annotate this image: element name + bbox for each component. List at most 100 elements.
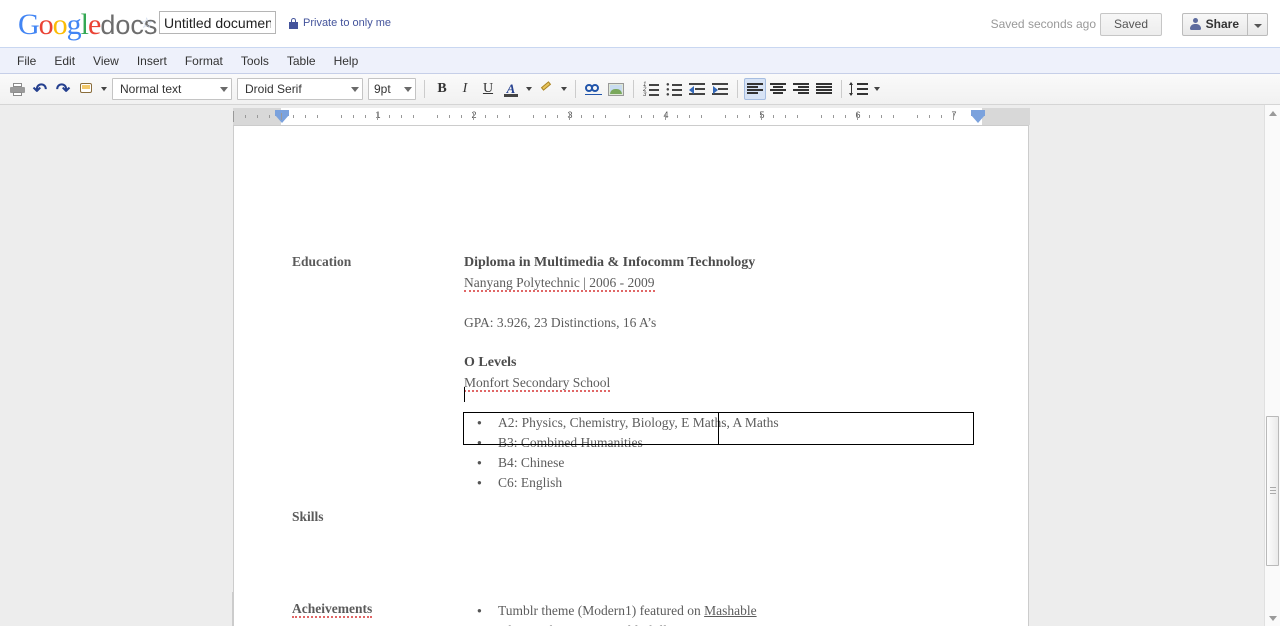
- numbered-list-button[interactable]: 1 2 3: [640, 78, 662, 100]
- left-gutter-strip: [0, 592, 233, 626]
- table-row[interactable]: [462, 412, 974, 445]
- ruler-tick: [857, 113, 858, 120]
- horizontal-ruler[interactable]: 1 2 3 4 5 6 7: [233, 108, 1030, 125]
- ruler-tick: [365, 115, 366, 118]
- printer-icon: [9, 82, 25, 96]
- paragraph-style-select[interactable]: Normal text: [112, 78, 232, 100]
- menu-item-edit[interactable]: Edit: [45, 51, 84, 71]
- left-indent-marker[interactable]: [275, 115, 289, 123]
- menu-item-table[interactable]: Table: [278, 51, 325, 71]
- person-icon: [1189, 18, 1202, 31]
- document-workspace: 1 2 3 4 5 6 7 Education Diploma in Multi…: [0, 105, 1280, 626]
- menu-item-tools[interactable]: Tools: [232, 51, 278, 71]
- logo-letter-g: g: [66, 8, 82, 41]
- list-item: Tumblr theme (Modern1) featured on Masha…: [464, 601, 761, 621]
- saved-button[interactable]: Saved: [1099, 13, 1162, 36]
- skills-table[interactable]: [462, 412, 974, 445]
- decrease-indent-button[interactable]: [686, 78, 708, 100]
- document-title-input[interactable]: [159, 11, 276, 34]
- align-right-button[interactable]: [790, 78, 812, 100]
- ruler-tick: [389, 115, 390, 118]
- scrollbar-thumb[interactable]: [1266, 416, 1279, 566]
- menu-item-insert[interactable]: Insert: [128, 51, 176, 71]
- google-docs-logo[interactable]: Googledocs: [18, 8, 157, 42]
- align-left-button[interactable]: [744, 78, 766, 100]
- share-dropdown-button[interactable]: [1248, 13, 1268, 36]
- logo-letter-e: e: [88, 8, 101, 41]
- ruler-tick: [473, 113, 474, 120]
- redo-button[interactable]: ↷: [52, 78, 74, 100]
- ruler-tick: [245, 115, 246, 118]
- document-page[interactable]: Education Diploma in Multimedia & Infoco…: [233, 125, 1029, 626]
- align-center-icon: [770, 83, 786, 95]
- ruler-tick: [581, 115, 582, 118]
- font-size-select[interactable]: 9pt: [368, 78, 416, 100]
- highlight-color-button[interactable]: [535, 78, 557, 100]
- line-spacing-dropdown-icon[interactable]: [871, 78, 882, 100]
- text-cursor: [464, 387, 465, 402]
- ruler-tick: [629, 115, 630, 118]
- scroll-up-arrow-icon[interactable]: [1265, 105, 1280, 121]
- scroll-down-arrow-icon[interactable]: [1265, 610, 1280, 626]
- undo-button[interactable]: ↶: [29, 78, 51, 100]
- align-justify-button[interactable]: [813, 78, 835, 100]
- mashable-link[interactable]: Mashable: [704, 603, 756, 618]
- italic-button[interactable]: I: [454, 78, 476, 100]
- ruler-tick: [677, 115, 678, 118]
- align-left-icon: [747, 83, 763, 95]
- ruler-tick: [281, 113, 282, 120]
- vertical-scrollbar[interactable]: [1264, 105, 1280, 626]
- toolbar-divider: [841, 80, 842, 98]
- o-levels-school-line: Monfort Secondary School: [464, 375, 611, 392]
- share-button-label: Share: [1205, 17, 1239, 31]
- line-spacing-button[interactable]: [848, 78, 870, 100]
- skills-table-cell-1[interactable]: [462, 412, 720, 445]
- text-color-button[interactable]: A: [500, 78, 522, 100]
- ruler-tick: [797, 115, 798, 118]
- ruler-tick: [593, 115, 594, 118]
- ruler-tick: [545, 115, 546, 118]
- paint-format-button[interactable]: [75, 78, 97, 100]
- ruler-tick: [893, 115, 894, 118]
- ruler-number-4: 4: [660, 110, 672, 120]
- bulleted-list-button[interactable]: ● ● ●: [663, 78, 685, 100]
- scrollbar-grip-icon: [1270, 487, 1276, 494]
- align-right-icon: [793, 83, 809, 95]
- ruler-tick: [665, 113, 666, 120]
- right-indent-marker[interactable]: [971, 115, 985, 123]
- menu-item-view[interactable]: View: [84, 51, 128, 71]
- bold-button[interactable]: B: [431, 78, 453, 100]
- insert-image-button[interactable]: [605, 78, 627, 100]
- acheivements-content: Tumblr theme (Modern1) featured on Masha…: [464, 601, 761, 626]
- privacy-status[interactable]: Private to only me: [289, 17, 391, 29]
- ruler-number-3: 3: [564, 110, 576, 120]
- paint-format-dropdown-icon[interactable]: [98, 78, 109, 100]
- menu-item-file[interactable]: File: [8, 51, 45, 71]
- increase-indent-button[interactable]: [709, 78, 731, 100]
- underline-button[interactable]: U: [477, 78, 499, 100]
- education-school-line: Nanyang Polytechnic | 2006 - 2009: [464, 275, 655, 292]
- star-icon[interactable]: ☆: [140, 16, 156, 32]
- font-size-value: 9pt: [374, 82, 391, 96]
- insert-link-button[interactable]: [582, 78, 604, 100]
- highlight-color-dropdown-icon[interactable]: [558, 78, 569, 100]
- menu-item-help[interactable]: Help: [325, 51, 368, 71]
- font-family-select[interactable]: Droid Serif: [237, 78, 363, 100]
- logo-letter-o1: o: [38, 8, 54, 41]
- align-justify-icon: [816, 83, 832, 95]
- paragraph-style-value: Normal text: [120, 82, 182, 96]
- skills-table-cell-2[interactable]: [718, 412, 974, 445]
- ruler-tick: [761, 113, 762, 120]
- share-button[interactable]: Share: [1181, 13, 1248, 36]
- text-color-dropdown-icon[interactable]: [523, 78, 534, 100]
- ruler-tick: [305, 115, 306, 118]
- print-button[interactable]: [6, 78, 28, 100]
- ruler-tick: [689, 115, 690, 118]
- ruler-tick: [641, 115, 642, 118]
- ruler-tick: [785, 115, 786, 118]
- ruler-tick: [461, 115, 462, 118]
- section-label-acheivements: Acheivements: [292, 601, 373, 618]
- align-center-button[interactable]: [767, 78, 789, 100]
- menu-item-format[interactable]: Format: [176, 51, 232, 71]
- redo-icon: ↷: [55, 79, 71, 99]
